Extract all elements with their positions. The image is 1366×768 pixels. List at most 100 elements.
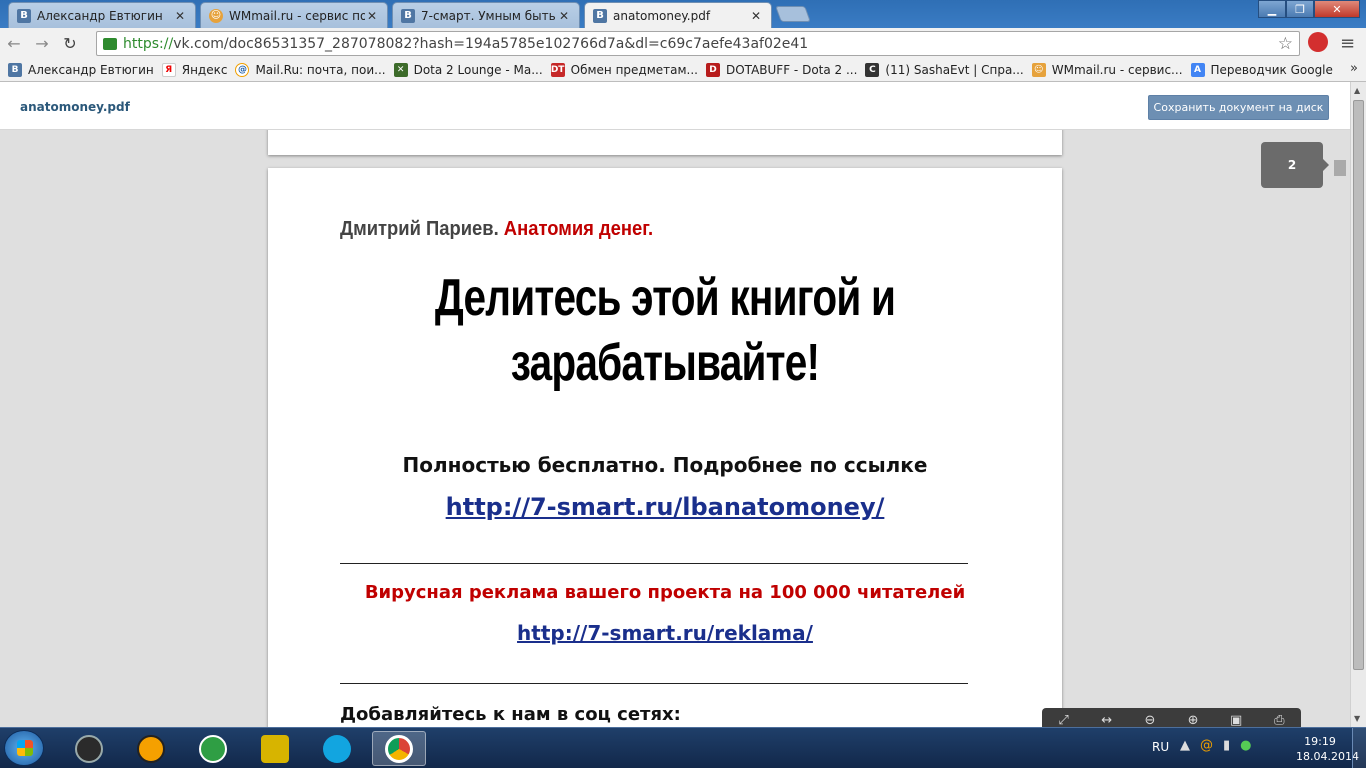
tab-label: anatomoney.pdf bbox=[613, 8, 711, 23]
dotabuff-icon: D bbox=[706, 63, 720, 77]
steam-taskbar-icon[interactable] bbox=[62, 731, 116, 766]
info-icon[interactable]: ● bbox=[1240, 738, 1251, 753]
print-icon[interactable]: ⎙ bbox=[1264, 713, 1294, 728]
skype-taskbar-icon[interactable] bbox=[310, 731, 364, 766]
game-taskbar-icon[interactable] bbox=[248, 731, 302, 766]
free-text: Полностью бесплатно. Подробнее по ссылке bbox=[402, 453, 928, 477]
author-line: Дмитрий Париев. Анатомия денег. bbox=[340, 218, 653, 241]
zoom-out-icon[interactable]: ⊖ bbox=[1135, 713, 1165, 728]
restore-button[interactable]: ❐ bbox=[1286, 0, 1314, 18]
google-translate-icon: A bbox=[1190, 63, 1205, 77]
clock-time: 19:19 bbox=[1304, 735, 1336, 748]
forward-arrow-icon[interactable]: → bbox=[28, 31, 56, 57]
url-text: vk.com/doc86531357_287078082?hash=194a57… bbox=[173, 35, 809, 52]
address-bar[interactable]: https:// vk.com/doc86531357_287078082?ha… bbox=[96, 31, 1300, 56]
aimp-taskbar-icon[interactable] bbox=[124, 731, 178, 766]
scroll-up-icon[interactable]: ▲ bbox=[1354, 86, 1360, 95]
bookmark-label: DOTABUFF - Dota 2 ... bbox=[726, 63, 858, 77]
start-button[interactable] bbox=[4, 730, 44, 766]
close-tab-icon[interactable]: ✕ bbox=[557, 9, 571, 23]
social-text: Добавляйтесь к нам в соц сетях: bbox=[340, 704, 681, 725]
tray-mail-icon[interactable]: @ bbox=[1200, 738, 1213, 753]
scrollbar-thumb[interactable] bbox=[1353, 100, 1364, 670]
bookmark-label: Mail.Ru: почта, пои... bbox=[255, 63, 386, 77]
chrome-taskbar-icon[interactable] bbox=[372, 731, 426, 766]
vk-icon: В bbox=[17, 8, 31, 23]
previous-page bbox=[268, 130, 1062, 155]
wmmail-icon: ☺ bbox=[209, 8, 223, 23]
tab-wmmail[interactable]: ☺ WMmail.ru - сервис почт ✕ bbox=[200, 2, 388, 28]
mailru-icon: @ bbox=[235, 63, 250, 77]
bookmarks-bar: В Александр Евтюгин Я Яндекс @ Mail.Ru: … bbox=[0, 59, 1366, 82]
network-icon[interactable]: ▮ bbox=[1223, 738, 1230, 753]
link-lbanatomoney[interactable]: http://7-smart.ru/lbanatomoney/ bbox=[268, 493, 1062, 521]
tab-label: 7-смарт. Умным быть мо bbox=[421, 8, 557, 23]
headline-line-2: зарабатывайте! bbox=[510, 334, 820, 392]
menu-icon[interactable]: ≡ bbox=[1340, 33, 1355, 54]
close-tab-icon[interactable]: ✕ bbox=[173, 9, 187, 23]
bookmark-item[interactable]: @ Mail.Ru: почта, пои... bbox=[235, 63, 386, 77]
tab-anatomoney[interactable]: В anatomoney.pdf ✕ bbox=[584, 2, 772, 28]
yandex-icon: Я bbox=[161, 63, 176, 77]
new-tab-button[interactable] bbox=[775, 6, 811, 22]
window-controls: ▁ ❐ ✕ bbox=[1258, 0, 1360, 18]
bookmark-item[interactable]: Я Яндекс bbox=[161, 63, 227, 77]
divider bbox=[340, 683, 968, 684]
lock-icon bbox=[103, 37, 117, 50]
tab-aleksandr[interactable]: В Александр Евтюгин ✕ bbox=[8, 2, 196, 28]
close-window-button[interactable]: ✕ bbox=[1314, 0, 1360, 18]
bookmark-item[interactable]: ✕ Dota 2 Lounge - Ma... bbox=[393, 63, 543, 77]
scroll-down-icon[interactable]: ▼ bbox=[1354, 714, 1360, 723]
clock-date: 18.04.2014 bbox=[1296, 750, 1359, 763]
show-desktop-button[interactable] bbox=[1352, 728, 1366, 768]
vk-icon: В bbox=[8, 63, 22, 77]
bookmark-item[interactable]: ☺ WMmail.ru - сервис... bbox=[1031, 63, 1183, 77]
page-scrollbar[interactable]: ▲ ▼ bbox=[1350, 82, 1366, 727]
wmmail-icon: ☺ bbox=[1031, 63, 1046, 77]
headline-line-1: Делитесь этой книгой и bbox=[434, 269, 896, 327]
bookmark-star-icon[interactable]: ☆ bbox=[1278, 34, 1293, 54]
bookmark-item[interactable]: D DOTABUFF - Dota 2 ... bbox=[706, 63, 857, 77]
document-viewport[interactable]: Дмитрий Париев. Анатомия денег. Делитесь… bbox=[0, 130, 1350, 727]
vk-icon: В bbox=[401, 8, 415, 23]
fit-page-icon[interactable]: ⤢ bbox=[1049, 713, 1079, 728]
clock[interactable]: 19:19 18.04.2014 bbox=[1296, 734, 1359, 764]
vk-icon: В bbox=[593, 8, 607, 23]
bookmark-item[interactable]: C (11) SashaEvt | Спра... bbox=[865, 63, 1024, 77]
system-tray: ▲ @ ▮ ● bbox=[1180, 738, 1252, 753]
windows-logo-icon bbox=[17, 740, 33, 756]
more-bookmarks-icon[interactable]: » bbox=[1350, 61, 1358, 76]
tab-strip: В Александр Евтюгин ✕ ☺ WMmail.ru - серв… bbox=[0, 0, 1366, 28]
language-indicator[interactable]: RU bbox=[1152, 740, 1169, 754]
close-tab-icon[interactable]: ✕ bbox=[365, 9, 379, 23]
tab-label: Александр Евтюгин bbox=[37, 8, 163, 23]
link-reklama[interactable]: http://7-smart.ru/reklama/ bbox=[268, 621, 1062, 645]
bookmark-label: Dota 2 Lounge - Ma... bbox=[413, 63, 543, 77]
bookmark-label: Обмен предметам... bbox=[570, 63, 698, 77]
bookmark-item[interactable]: A Переводчик Google bbox=[1190, 63, 1333, 77]
viral-ad-text: Вирусная реклама вашего проекта на 100 0… bbox=[364, 582, 966, 603]
save-to-disk-button[interactable]: Сохранить документ на диск bbox=[1148, 95, 1329, 120]
tab-7smart[interactable]: В 7-смарт. Умным быть мо ✕ bbox=[392, 2, 580, 28]
minimize-button[interactable]: ▁ bbox=[1258, 0, 1286, 18]
back-arrow-icon[interactable]: ← bbox=[0, 31, 28, 57]
url-scheme: https:// bbox=[123, 35, 174, 52]
dota2lounge-icon: ✕ bbox=[393, 63, 408, 77]
doc-scroll-thumb[interactable] bbox=[1334, 160, 1346, 176]
bookmark-item[interactable]: DT Обмен предметам... bbox=[550, 63, 698, 77]
close-tab-icon[interactable]: ✕ bbox=[749, 9, 763, 23]
bookmark-label: Александр Евтюгин bbox=[28, 63, 154, 77]
pdf-page: Дмитрий Париев. Анатомия денег. Делитесь… bbox=[268, 168, 1062, 727]
extension-icon[interactable] bbox=[1308, 32, 1328, 52]
zoom-in-icon[interactable]: ⊕ bbox=[1178, 713, 1208, 728]
reload-icon[interactable]: ↻ bbox=[56, 31, 84, 57]
bookmark-item[interactable]: В Александр Евтюгин bbox=[8, 63, 154, 77]
document-name[interactable]: anatomoney.pdf bbox=[20, 100, 130, 114]
book-title: Анатомия денег. bbox=[503, 218, 654, 240]
save-icon[interactable]: ▣ bbox=[1221, 713, 1251, 728]
tray-expand-icon[interactable]: ▲ bbox=[1180, 738, 1190, 753]
fit-width-icon[interactable]: ↔ bbox=[1092, 713, 1122, 728]
dotatrade-icon: DT bbox=[550, 63, 565, 77]
doc-viewer-header: anatomoney.pdf Сохранить документ на дис… bbox=[0, 82, 1350, 130]
utorrent-taskbar-icon[interactable] bbox=[186, 731, 240, 766]
